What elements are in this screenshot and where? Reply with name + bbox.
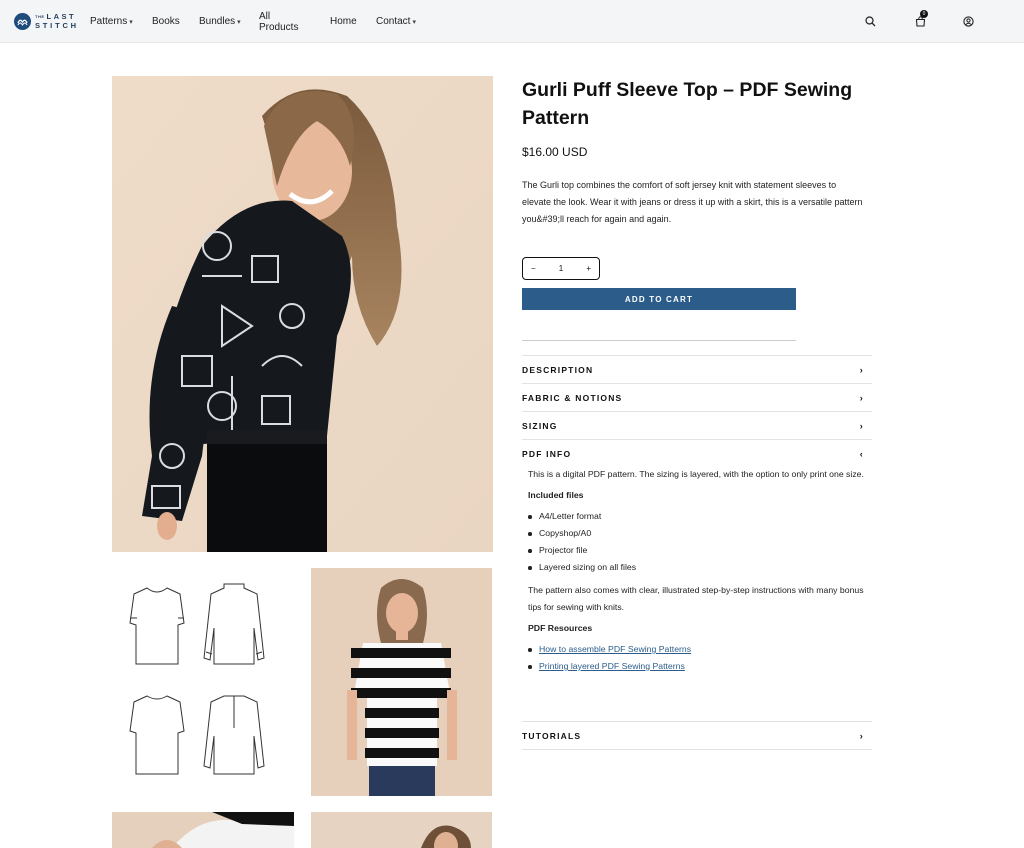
quantity-increase-button[interactable]: + bbox=[586, 264, 591, 273]
divider bbox=[522, 340, 796, 341]
pdf-resources-heading: PDF Resources bbox=[528, 623, 593, 633]
nav-item-all-products[interactable]: All Products bbox=[259, 11, 298, 33]
included-files-heading: Included files bbox=[528, 490, 584, 500]
chevron-left-icon: ‹ bbox=[859, 448, 864, 459]
accordion-pdf-info: PDF INFO ‹ bbox=[522, 439, 872, 467]
product-price: $16.00 USD bbox=[522, 145, 588, 159]
accordion-header-fabric[interactable]: FABRIC & NOTIONS › bbox=[522, 384, 872, 411]
nav-item-books[interactable]: Books bbox=[152, 16, 180, 27]
pdf-info-content: This is a digital PDF pattern. The sizin… bbox=[528, 466, 868, 681]
logo-text: THE LAST STITCH bbox=[35, 11, 79, 30]
pdf-info-instructions: The pattern also comes with clear, illus… bbox=[528, 585, 864, 612]
product-image-detail-2[interactable] bbox=[311, 812, 492, 848]
included-files-list: A4/Letter format Copyshop/A0 Projector f… bbox=[528, 508, 868, 576]
product-image-striped-top[interactable] bbox=[311, 568, 492, 796]
product-description: The Gurli top combines the comfort of so… bbox=[522, 180, 863, 224]
product-image-detail-1[interactable] bbox=[112, 812, 294, 848]
resource-link-layered[interactable]: Printing layered PDF Sewing Patterns bbox=[539, 661, 685, 671]
nav-item-home[interactable]: Home bbox=[330, 16, 357, 27]
accordion-sizing: SIZING › bbox=[522, 411, 872, 439]
cart-count-badge: 0 bbox=[920, 10, 928, 18]
add-to-cart-button[interactable]: ADD TO CART bbox=[522, 288, 796, 310]
accordion-header-tutorials[interactable]: TUTORIALS › bbox=[522, 722, 872, 749]
accordion-description: DESCRIPTION › bbox=[522, 355, 872, 383]
accordion-label: SIZING bbox=[522, 420, 558, 431]
nav-label: Books bbox=[152, 16, 180, 27]
accordion-label: DESCRIPTION bbox=[522, 364, 594, 375]
accordion-label: PDF INFO bbox=[522, 448, 572, 459]
quantity-stepper: − 1 + bbox=[522, 257, 600, 280]
product-image-main[interactable] bbox=[112, 76, 493, 552]
chevron-down-icon: ▾ bbox=[129, 18, 133, 26]
list-item: Copyshop/A0 bbox=[528, 525, 868, 542]
list-item: A4/Letter format bbox=[528, 508, 868, 525]
nav-label: Contact bbox=[376, 16, 411, 27]
chevron-right-icon: › bbox=[859, 364, 864, 375]
accordion-label: FABRIC & NOTIONS bbox=[522, 392, 623, 403]
logo-mark-icon bbox=[14, 12, 31, 30]
accordion-fabric: FABRIC & NOTIONS › bbox=[522, 383, 872, 411]
list-item: Printing layered PDF Sewing Patterns bbox=[528, 658, 868, 675]
chevron-right-icon: › bbox=[859, 420, 864, 431]
list-item: Projector file bbox=[528, 542, 868, 559]
chevron-right-icon: › bbox=[859, 392, 864, 403]
nav-item-patterns[interactable]: Patterns ▾ bbox=[90, 16, 133, 27]
accordion-header-sizing[interactable]: SIZING › bbox=[522, 412, 872, 439]
account-icon[interactable] bbox=[960, 13, 976, 29]
chevron-down-icon: ▾ bbox=[412, 18, 416, 26]
nav-label: Bundles bbox=[199, 16, 236, 27]
nav-label: Patterns bbox=[90, 16, 128, 27]
accordion-header-description[interactable]: DESCRIPTION › bbox=[522, 356, 872, 383]
chevron-right-icon: › bbox=[859, 730, 864, 741]
quantity-value[interactable]: 1 bbox=[559, 264, 563, 273]
pdf-info-intro: This is a digital PDF pattern. The sizin… bbox=[528, 469, 864, 479]
site-header: THE LAST STITCH Patterns ▾ Books Bundles ▾ … bbox=[0, 0, 1024, 43]
nav-item-bundles[interactable]: Bundles ▾ bbox=[199, 16, 241, 27]
nav-label: All Products bbox=[259, 10, 299, 33]
resource-link-assemble[interactable]: How to assemble PDF Sewing Patterns bbox=[539, 644, 691, 654]
accordion-label: TUTORIALS bbox=[522, 730, 582, 741]
quantity-decrease-button[interactable]: − bbox=[531, 264, 536, 273]
logo[interactable]: THE LAST STITCH bbox=[14, 11, 79, 31]
product-image-technical-drawing[interactable] bbox=[112, 568, 294, 796]
list-item: Layered sizing on all files bbox=[528, 559, 868, 576]
nav-label: Home bbox=[330, 16, 357, 27]
cart-icon[interactable]: 0 bbox=[912, 10, 928, 29]
list-item: How to assemble PDF Sewing Patterns bbox=[528, 641, 868, 658]
accordion-header-pdf-info[interactable]: PDF INFO ‹ bbox=[522, 440, 872, 467]
product-title: Gurli Puff Sleeve Top – PDF Sewing Patte… bbox=[522, 79, 853, 129]
nav-item-contact[interactable]: Contact ▾ bbox=[376, 16, 416, 27]
pdf-resources-list: How to assemble PDF Sewing Patterns Prin… bbox=[528, 641, 868, 675]
accordion-tutorials: TUTORIALS › bbox=[522, 721, 872, 750]
search-icon[interactable] bbox=[862, 13, 878, 29]
chevron-down-icon: ▾ bbox=[237, 18, 241, 26]
